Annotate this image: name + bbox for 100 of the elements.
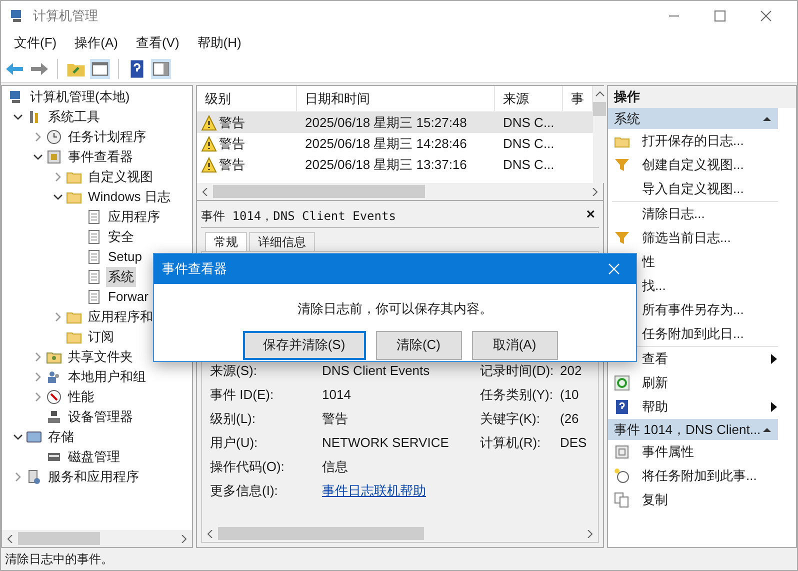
- horizontal-scrollbar[interactable]: [197, 183, 603, 200]
- event-row[interactable]: 警告 2025/06/18 星期三 15:27:48 DNS C...: [197, 112, 593, 133]
- menu-item[interactable]: 帮助(H): [188, 33, 250, 53]
- action-item[interactable]: 找...: [642, 276, 778, 296]
- action-item[interactable]: 导入自定义视图...: [642, 179, 778, 199]
- action-item[interactable]: 打开保存的日志...: [642, 131, 778, 151]
- dialog-button[interactable]: 清除(C): [376, 330, 462, 360]
- properties-icon: [614, 444, 630, 460]
- tree-item[interactable]: Forwar: [106, 287, 150, 307]
- field-value: (26: [560, 410, 579, 428]
- tree-item[interactable]: 系统: [106, 267, 136, 287]
- field-label: 记录时间(D):: [480, 362, 555, 380]
- warning-icon: [201, 156, 217, 172]
- tree-item[interactable]: Setup: [106, 247, 144, 267]
- field-value: NETWORK SERVICE: [322, 434, 450, 452]
- action-item[interactable]: 将任务附加到此事...: [642, 466, 778, 486]
- date-time-text: 2025/06/18 星期三 14:28:46: [304, 134, 468, 153]
- level-text: 警告: [219, 156, 245, 174]
- field-label: 来源(S):: [210, 362, 258, 380]
- log-icon: [86, 229, 102, 245]
- menu-item[interactable]: 查看(V): [126, 33, 188, 53]
- section-title: 事件 1014，DNS Client...: [614, 420, 762, 439]
- scroll-up-icon[interactable]: [594, 90, 606, 98]
- users-icon: [46, 369, 62, 385]
- column-header[interactable]: 级别: [197, 86, 297, 111]
- event-row[interactable]: 警告 2025/06/18 星期三 13:37:16 DNS C...: [197, 154, 593, 175]
- field-value: 202: [560, 362, 582, 380]
- tree-item[interactable]: 本地用户和组: [66, 367, 148, 387]
- tree-item[interactable]: 共享文件夹: [66, 347, 135, 367]
- action-item[interactable]: 帮助: [642, 397, 770, 417]
- event-row[interactable]: 警告 2025/06/18 星期三 14:28:46 DNS C...: [197, 133, 593, 154]
- window-title: 计算机管理: [33, 7, 98, 26]
- log-icon: [86, 209, 102, 225]
- dialog-title: 事件查看器: [162, 260, 228, 278]
- close-icon[interactable]: ×: [582, 204, 599, 227]
- tree-item[interactable]: 应用程序和: [86, 307, 155, 327]
- section-header[interactable]: 系统: [608, 108, 778, 129]
- storage-icon: [26, 429, 42, 445]
- copy-icon: [614, 492, 630, 508]
- tree-item[interactable]: 服务和应用程序: [46, 467, 141, 487]
- action-item[interactable]: 任务附加到此日...: [642, 324, 778, 344]
- action-item[interactable]: 事件属性: [642, 442, 778, 462]
- event-viewer-icon: [46, 149, 62, 165]
- tree-item[interactable]: 磁盘管理: [66, 447, 122, 467]
- tab[interactable]: 常规: [205, 232, 247, 251]
- date-time-text: 2025/06/18 星期三 13:37:16: [304, 156, 468, 174]
- vertical-scrollbar[interactable]: [593, 86, 606, 183]
- console-pane-icon[interactable]: [90, 58, 110, 78]
- action-item[interactable]: 查看: [642, 349, 770, 369]
- action-item[interactable]: 所有事件另存为...: [642, 300, 778, 320]
- field-value: DES: [560, 434, 587, 452]
- performance-icon: [46, 389, 62, 405]
- column-header[interactable]: 来源: [495, 86, 563, 111]
- action-pane-icon[interactable]: [151, 58, 171, 78]
- filter-icon: [614, 230, 630, 246]
- tree-item[interactable]: 任务计划程序: [66, 127, 148, 147]
- action-item[interactable]: 创建自定义视图...: [642, 155, 778, 175]
- filter-icon: [614, 157, 630, 173]
- action-item[interactable]: 复制: [642, 490, 778, 510]
- log-icon: [86, 249, 102, 265]
- forward-arrow-icon[interactable]: [29, 60, 49, 76]
- level-text: 警告: [219, 114, 245, 132]
- field-label: 更多信息(I):: [210, 482, 279, 500]
- tree-item[interactable]: 存储: [46, 427, 76, 447]
- level-text: 警告: [219, 134, 245, 153]
- tree-item[interactable]: Windows 日志: [86, 187, 172, 207]
- dialog-message: 清除日志前，你可以保存其内容。: [296, 300, 494, 318]
- dialog-button[interactable]: 取消(A): [472, 330, 558, 360]
- warning-icon: [201, 114, 217, 130]
- source-text: DNS C...: [502, 134, 556, 153]
- tree-item[interactable]: 设备管理器: [66, 407, 135, 427]
- action-item[interactable]: 筛选当前日志...: [642, 228, 778, 248]
- close-icon[interactable]: [608, 263, 620, 275]
- horizontal-scrollbar[interactable]: [2, 530, 192, 547]
- clock-icon: [46, 129, 62, 145]
- tree-item[interactable]: 系统工具: [46, 107, 102, 127]
- scroll-thumb[interactable]: [593, 102, 606, 116]
- tree-item[interactable]: 订阅: [86, 327, 116, 347]
- task-icon: [614, 468, 630, 484]
- status-text: 清除日志中的事件。: [5, 551, 113, 568]
- menu-item[interactable]: 文件(F): [5, 33, 66, 53]
- help-icon: [614, 399, 630, 415]
- back-arrow-icon[interactable]: [5, 60, 25, 76]
- dialog-button[interactable]: 保存并清除(S): [242, 330, 366, 360]
- action-item[interactable]: 刷新: [642, 373, 778, 393]
- section-header[interactable]: 事件 1014，DNS Client...: [608, 419, 778, 440]
- tree-item[interactable]: 事件查看器: [66, 147, 135, 167]
- action-item[interactable]: 性: [642, 252, 778, 272]
- tree-item[interactable]: 应用程序: [106, 207, 162, 227]
- tab[interactable]: 详细信息: [249, 232, 315, 251]
- tree-item[interactable]: 安全: [106, 227, 136, 247]
- field-label: 级别(L):: [210, 410, 256, 428]
- tree-item[interactable]: 性能: [66, 387, 96, 407]
- tree-item[interactable]: 自定义视图: [86, 167, 155, 187]
- menu-item[interactable]: 操作(A): [66, 33, 127, 53]
- tree-item[interactable]: 计算机管理(本地): [28, 87, 132, 107]
- field-label: 事件 ID(E):: [210, 386, 275, 404]
- column-header[interactable]: 日期和时间: [297, 86, 495, 111]
- help-link[interactable]: 事件日志联机帮助: [322, 481, 426, 501]
- action-item[interactable]: 清除日志...: [642, 204, 778, 224]
